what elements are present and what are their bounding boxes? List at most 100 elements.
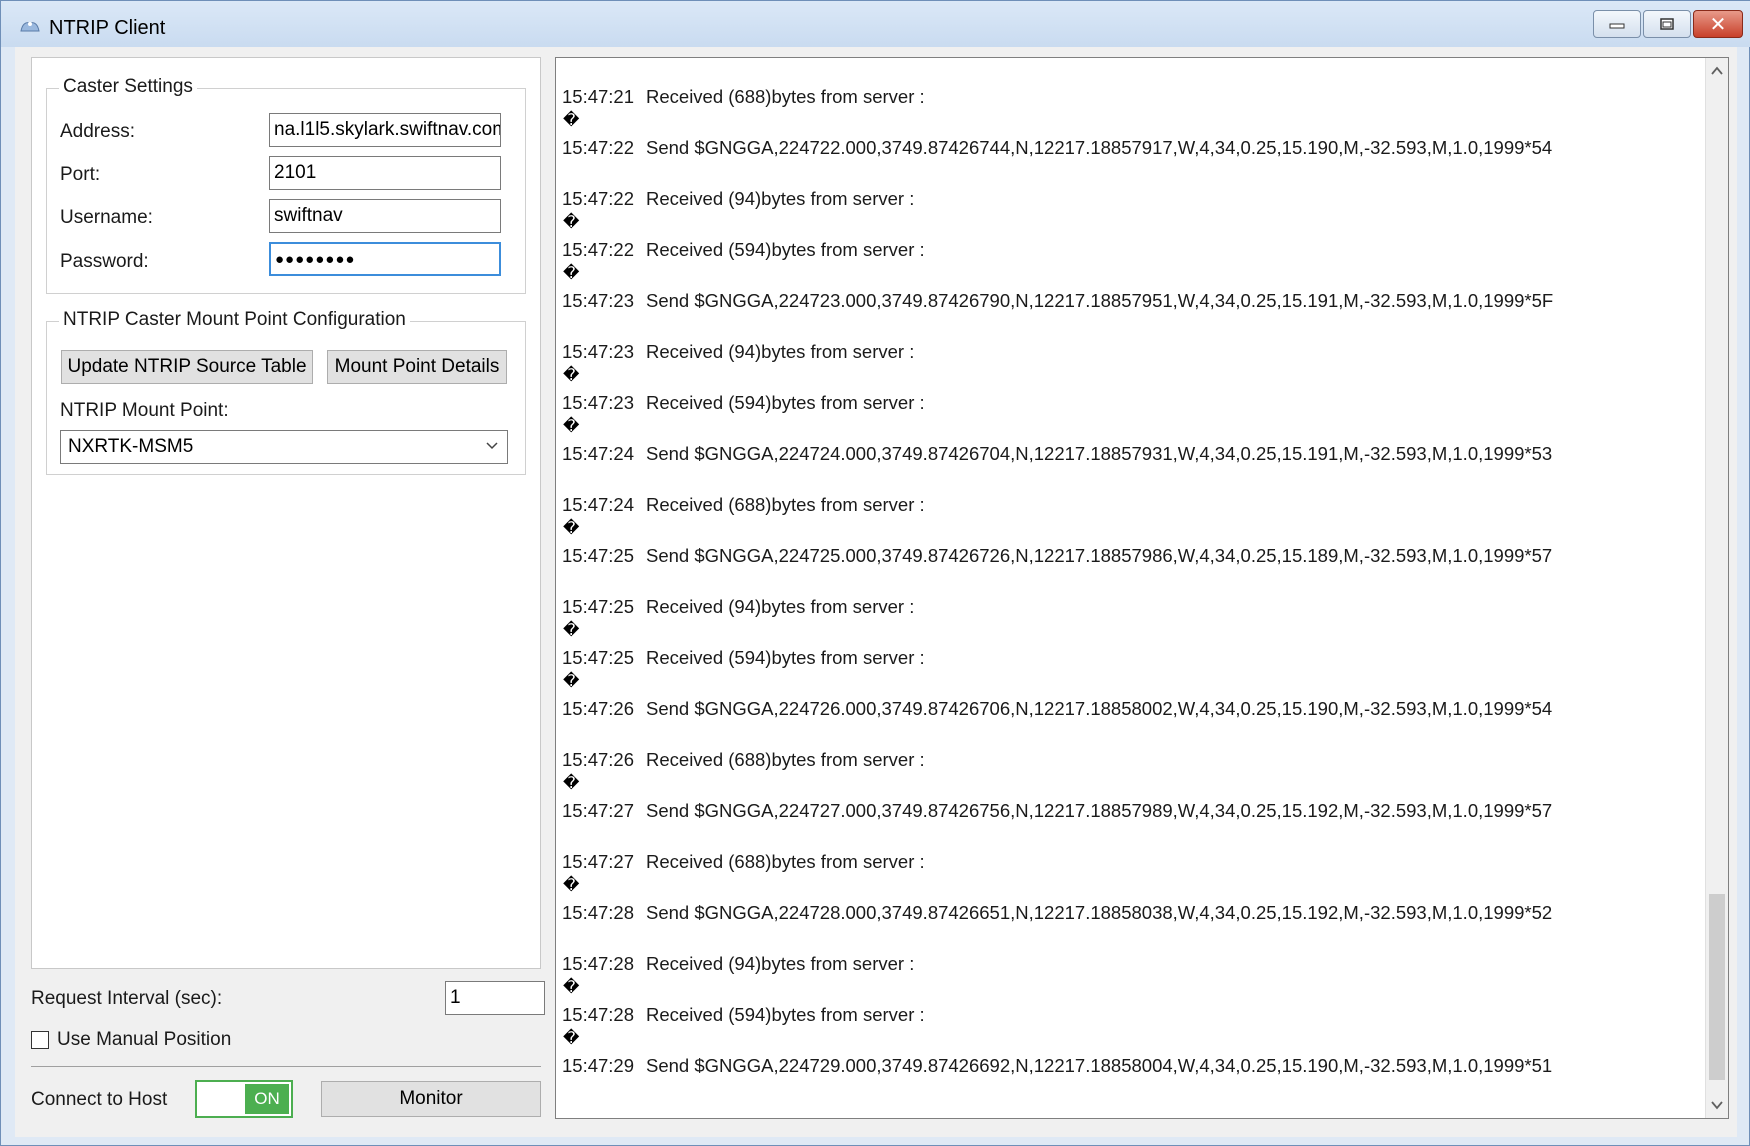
unknown-char-glyph: �: [563, 214, 580, 231]
log-timestamp: 15:47:25: [562, 545, 635, 566]
caster-settings-legend: Caster Settings: [59, 76, 197, 98]
log-timestamp: 15:47:29: [562, 1055, 635, 1076]
minimize-button[interactable]: [1593, 10, 1641, 38]
log-message: Received (94)bytes from server :: [646, 188, 915, 209]
log-message: Received (688)bytes from server :: [646, 86, 925, 107]
maximize-button[interactable]: [1643, 10, 1691, 38]
log-line: 15:47:25 Send $GNGGA,224725.000,3749.8742…: [562, 545, 1552, 569]
scroll-down-icon[interactable]: [1710, 1098, 1724, 1112]
log-timestamp: 15:47:22: [562, 188, 635, 209]
mount-point-details-button[interactable]: Mount Point Details: [327, 350, 507, 384]
username-label: Username:: [60, 207, 153, 228]
chevron-down-icon: [486, 442, 498, 450]
log-message: Received (688)bytes from server :: [646, 494, 925, 515]
unknown-char-glyph: �: [563, 877, 580, 894]
log-message: Send $GNGGA,224723.000,3749.87426790,N,1…: [646, 290, 1554, 311]
log-message: Send $GNGGA,224722.000,3749.87426744,N,1…: [646, 137, 1553, 158]
unknown-char-glyph: �: [563, 673, 580, 690]
log-line: 15:47:29 Send $GNGGA,224729.000,3749.8742…: [562, 1055, 1552, 1079]
log-line: 15:47:26 Send $GNGGA,224726.000,3749.8742…: [562, 698, 1552, 722]
log-line: 15:47:27 Received (688)bytes from server …: [562, 851, 925, 875]
log-line: 15:47:28 Received (594)bytes from server …: [562, 1004, 925, 1028]
password-input[interactable]: ●●●●●●●●: [269, 242, 501, 276]
log-message: Received (94)bytes from server :: [646, 341, 915, 362]
close-icon: ✕: [1709, 13, 1727, 36]
scroll-up-icon[interactable]: [1710, 64, 1724, 78]
log-timestamp: 15:47:28: [562, 902, 635, 923]
log-timestamp: 15:47:21: [562, 86, 635, 107]
password-label: Password:: [60, 251, 149, 272]
log-line: 15:47:27 Send $GNGGA,224727.000,3749.8742…: [562, 800, 1552, 824]
port-input[interactable]: 2101: [269, 156, 501, 190]
unknown-char-glyph: �: [563, 418, 580, 435]
log-timestamp: 15:47:28: [562, 953, 635, 974]
unknown-char-glyph: �: [563, 520, 580, 537]
title-bar[interactable]: NTRIP Client ✕: [1, 1, 1750, 47]
unknown-char-glyph: �: [563, 1030, 580, 1047]
restore-icon: [1660, 18, 1674, 30]
request-interval-label: Request Interval (sec):: [31, 988, 223, 1009]
unknown-char-glyph: �: [563, 112, 580, 129]
log-line: 15:47:23 Send $GNGGA,224723.000,3749.8742…: [562, 290, 1553, 314]
log-line: 15:47:26 Received (688)bytes from server …: [562, 749, 925, 773]
log-line: 15:47:23 Received (594)bytes from server …: [562, 392, 925, 416]
log-timestamp: 15:47:25: [562, 647, 635, 668]
log-message: Received (94)bytes from server :: [646, 953, 915, 974]
log-line: 15:47:21 Received (688)bytes from server …: [562, 86, 925, 110]
log-message: Received (94)bytes from server :: [646, 596, 915, 617]
log-line: 15:47:23 Received (94)bytes from server :: [562, 341, 914, 365]
manual-position-checkbox[interactable]: [31, 1031, 49, 1049]
address-input[interactable]: na.l1l5.skylark.swiftnav.com: [269, 113, 501, 147]
log-line: 15:47:22 Send $GNGGA,224722.000,3749.8742…: [562, 137, 1552, 161]
caster-settings-group: Caster Settings Address: na.l1l5.skylark…: [46, 76, 526, 294]
log-message: Send $GNGGA,224724.000,3749.87426704,N,1…: [646, 443, 1553, 464]
log-timestamp: 15:47:23: [562, 392, 635, 413]
manual-position-label: Use Manual Position: [57, 1029, 232, 1050]
monitor-button[interactable]: Monitor: [321, 1081, 541, 1117]
address-label: Address:: [60, 121, 135, 142]
log-timestamp: 15:47:24: [562, 494, 635, 515]
unknown-char-glyph: �: [563, 979, 580, 996]
log-timestamp: 15:47:27: [562, 851, 635, 872]
scroll-thumb[interactable]: [1709, 894, 1725, 1080]
log-scrollbar[interactable]: [1705, 58, 1728, 1118]
log-message: Send $GNGGA,224726.000,3749.87426706,N,1…: [646, 698, 1553, 719]
log-message: Received (594)bytes from server :: [646, 1004, 925, 1025]
close-button[interactable]: ✕: [1693, 10, 1743, 38]
log-timestamp: 15:47:27: [562, 800, 635, 821]
unknown-char-glyph: �: [563, 622, 580, 639]
request-interval-input[interactable]: 1: [445, 981, 545, 1015]
log-message: Received (594)bytes from server :: [646, 239, 925, 260]
mount-point-select[interactable]: NXRTK-MSM5: [60, 430, 508, 464]
log-message: Received (688)bytes from server :: [646, 749, 925, 770]
connect-toggle[interactable]: ON: [195, 1080, 293, 1118]
unknown-char-glyph: �: [563, 775, 580, 792]
log-message: Send $GNGGA,224725.000,3749.87426726,N,1…: [646, 545, 1553, 566]
log-line: 15:47:24 Send $GNGGA,224724.000,3749.8742…: [562, 443, 1552, 467]
mount-point-config-group: NTRIP Caster Mount Point Configuration U…: [46, 309, 526, 475]
log-line: 15:47:25 Received (94)bytes from server :: [562, 596, 914, 620]
log-timestamp: 15:47:22: [562, 137, 635, 158]
separator: [31, 1066, 541, 1067]
app-icon: [20, 22, 40, 32]
log-timestamp: 15:47:22: [562, 239, 635, 260]
log-timestamp: 15:47:26: [562, 698, 635, 719]
log-timestamp: 15:47:26: [562, 749, 635, 770]
unknown-char-glyph: �: [563, 265, 580, 282]
log-timestamp: 15:47:23: [562, 341, 635, 362]
log-line: 15:47:25 Received (594)bytes from server …: [562, 647, 925, 671]
log-message: Send $GNGGA,224729.000,3749.87426692,N,1…: [646, 1055, 1553, 1076]
mount-point-value: NXRTK-MSM5: [68, 436, 194, 457]
log-line: 15:47:24 Received (688)bytes from server …: [562, 494, 925, 518]
log-timestamp: 15:47:24: [562, 443, 635, 464]
window-title: NTRIP Client: [49, 17, 166, 39]
log-message: Received (594)bytes from server :: [646, 392, 925, 413]
log-message: Received (594)bytes from server :: [646, 647, 925, 668]
log-line: 15:47:22 Received (594)bytes from server …: [562, 239, 925, 263]
update-source-table-button[interactable]: Update NTRIP Source Table: [61, 350, 313, 384]
username-input[interactable]: swiftnav: [269, 199, 501, 233]
connect-label: Connect to Host: [31, 1089, 168, 1110]
toggle-on-indicator: ON: [245, 1084, 289, 1114]
log-panel[interactable]: 15:47:21 Received (688)bytes from server …: [555, 57, 1729, 1119]
log-message: Received (688)bytes from server :: [646, 851, 925, 872]
